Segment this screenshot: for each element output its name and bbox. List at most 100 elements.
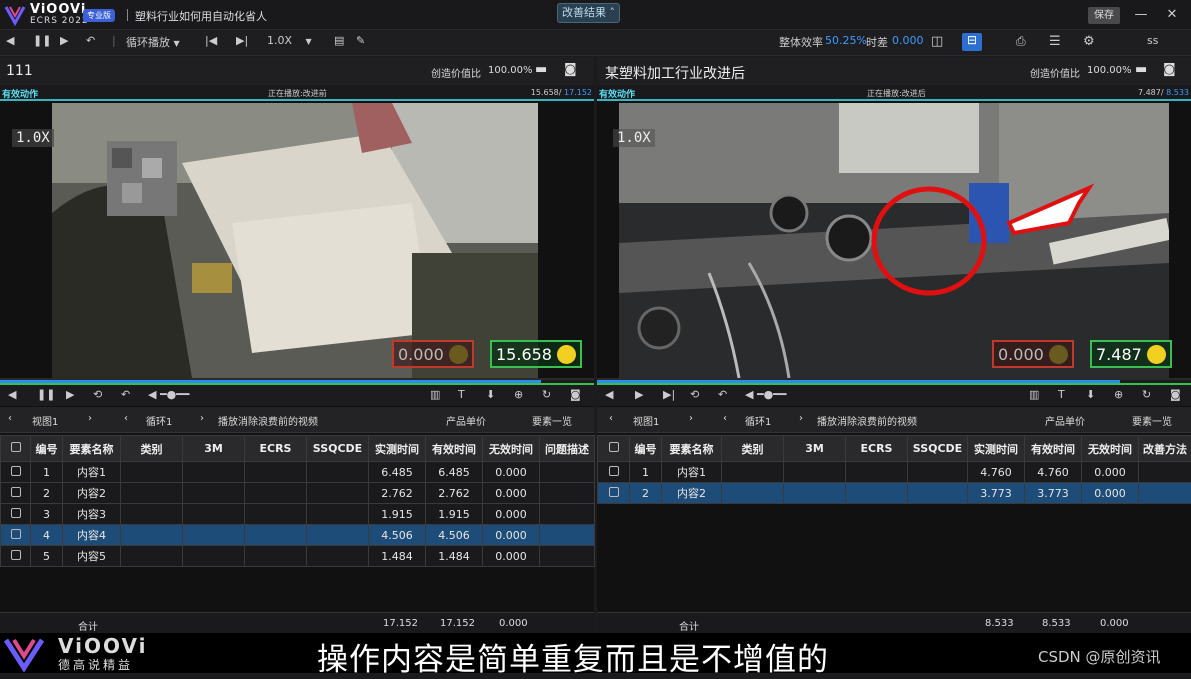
improvement-result-button[interactable]: 改善结果 ˄ [557,3,620,23]
element-list-button[interactable]: 要素一览 [1132,413,1172,428]
text-icon[interactable]: T [1058,388,1065,401]
volume-icon[interactable]: ◀ ━●━━ [745,388,786,401]
split-vertical-icon[interactable]: ◫ [931,34,943,49]
checkbox-icon[interactable] [11,550,21,560]
row-checkbox[interactable] [1,483,31,504]
row-checkbox[interactable] [1,525,31,546]
menu-icon[interactable]: ☰ [1049,34,1061,49]
pause-icon[interactable]: ❚❚ [37,388,55,401]
effective-time: 1.915 [426,504,483,525]
checkbox-icon[interactable] [11,487,21,497]
speed-select[interactable]: 1.0X ▼ [267,34,312,47]
play-waste-video-tab[interactable]: 播放消除浪费前的视频 [218,413,318,428]
download-icon[interactable]: ⬇ [1086,388,1095,401]
ecrs [245,483,307,504]
chevron-right-icon[interactable]: › [200,413,204,424]
chevron-left-icon[interactable]: ‹ [609,413,613,424]
prev-icon[interactable]: ◀ [8,388,16,401]
refresh-icon[interactable]: ↻ [542,388,551,401]
loop-icon[interactable]: ⟲ [690,388,699,401]
skip-start-icon[interactable]: |◀ [205,34,217,47]
folder-icon[interactable]: ▬ [1135,62,1147,77]
camera-icon[interactable]: ◙ [570,388,581,401]
camera-icon[interactable]: ◙ [1163,62,1176,77]
chevron-left-icon[interactable]: ‹ [723,413,727,424]
ssqcde [307,483,369,504]
zoom-icon[interactable]: ⊕ [514,388,523,401]
close-icon[interactable]: ✕ [1164,7,1180,22]
doc-icon[interactable]: ▥ [430,388,440,401]
play-waste-video-tab[interactable]: 播放消除浪费前的视频 [817,413,917,428]
checkbox-icon[interactable] [11,508,21,518]
play-icon[interactable]: ▶ [635,388,643,401]
table-row[interactable]: 3内容31.9151.9150.000 [1,504,595,525]
pause-icon[interactable]: ❚❚ [33,34,51,47]
camera-icon[interactable]: ◙ [1170,388,1181,401]
chevron-left-icon[interactable]: ‹ [8,413,12,424]
row-checkbox[interactable] [598,483,630,504]
col-header: 无效时间 [1082,436,1139,462]
loop-play-select[interactable]: 循环播放 ▼ [126,34,180,50]
select-all-checkbox[interactable] [598,436,630,462]
view-select[interactable]: 视图1 [32,413,58,428]
select-all-checkbox[interactable] [1,436,31,462]
prev-icon[interactable]: ◀ [6,34,14,47]
total-effective: 17.152 [440,618,475,629]
download-icon[interactable]: ⬇ [486,388,495,401]
prev-icon[interactable]: ◀ [605,388,613,401]
loop-select[interactable]: 循环1 [745,413,771,428]
folder-icon[interactable]: ▬ [535,62,547,77]
table-row[interactable]: 1内容16.4856.4850.000 [1,462,595,483]
undo-icon[interactable]: ↶ [718,388,727,401]
table-row[interactable]: 2内容23.7733.7730.000 [598,483,1191,504]
row-checkbox[interactable] [598,462,630,483]
play-icon[interactable]: ▶ [60,34,68,47]
save-button[interactable]: 保存 [1088,7,1120,24]
camera-icon[interactable]: ◙ [564,62,577,77]
print-icon[interactable]: ⎙ [1016,34,1026,49]
checkbox-icon[interactable] [609,487,619,497]
table-row[interactable]: 5内容51.4841.4840.000 [1,546,595,567]
element-list-button[interactable]: 要素一览 [532,413,572,428]
table-row[interactable]: 2内容22.7622.7620.000 [1,483,595,504]
table-row[interactable]: 4内容44.5064.5060.000 [1,525,595,546]
checkbox-icon[interactable] [11,466,21,476]
checkbox-icon[interactable] [609,466,619,476]
undo-icon[interactable]: ↶ [86,34,95,47]
table-row[interactable]: 1内容14.7604.7600.000 [598,462,1191,483]
doc-icon[interactable]: ▥ [1029,388,1039,401]
row-checkbox[interactable] [1,504,31,525]
col-header: 编号 [31,436,63,462]
chevron-right-icon[interactable]: › [799,413,803,424]
refresh-icon[interactable]: ↻ [1142,388,1151,401]
user-name[interactable]: ss [1147,34,1158,47]
document-title: 塑料行业如何用自动化省人 [135,8,267,24]
unit-price-button[interactable]: 产品单价 [446,413,486,428]
skip-end-icon[interactable]: ▶| [236,34,248,47]
loop-select[interactable]: 循环1 [146,413,172,428]
row-checkbox[interactable] [1,546,31,567]
play-icon[interactable]: ▶ [66,388,74,401]
unit-price-button[interactable]: 产品单价 [1045,413,1085,428]
volume-icon[interactable]: ◀ ━●━━ [148,388,189,401]
video-after[interactable] [619,103,1169,378]
col-header: ECRS [245,436,307,462]
zoom-icon[interactable]: ⊕ [1114,388,1123,401]
pen-icon[interactable]: ✎ [356,34,365,47]
chevron-right-icon[interactable]: › [88,413,92,424]
chevron-left-icon[interactable]: ‹ [124,413,128,424]
text-icon[interactable]: T [458,388,465,401]
gear-icon[interactable]: ⚙ [1083,34,1095,49]
checkbox-icon[interactable] [11,529,21,539]
comment-icon[interactable]: ▤ [334,34,344,47]
undo-icon[interactable]: ↶ [121,388,130,401]
split-horizontal-icon[interactable]: ⊟ [962,33,982,51]
video-before[interactable]: 1.0X [52,103,538,378]
effective-time-badge: 7.487 [1090,340,1172,368]
view-select[interactable]: 视图1 [633,413,659,428]
chevron-right-icon[interactable]: › [689,413,693,424]
loop-icon[interactable]: ⟲ [93,388,102,401]
skip-icon[interactable]: ▶| [663,388,675,401]
minimize-icon[interactable]: — [1133,7,1149,22]
row-checkbox[interactable] [1,462,31,483]
